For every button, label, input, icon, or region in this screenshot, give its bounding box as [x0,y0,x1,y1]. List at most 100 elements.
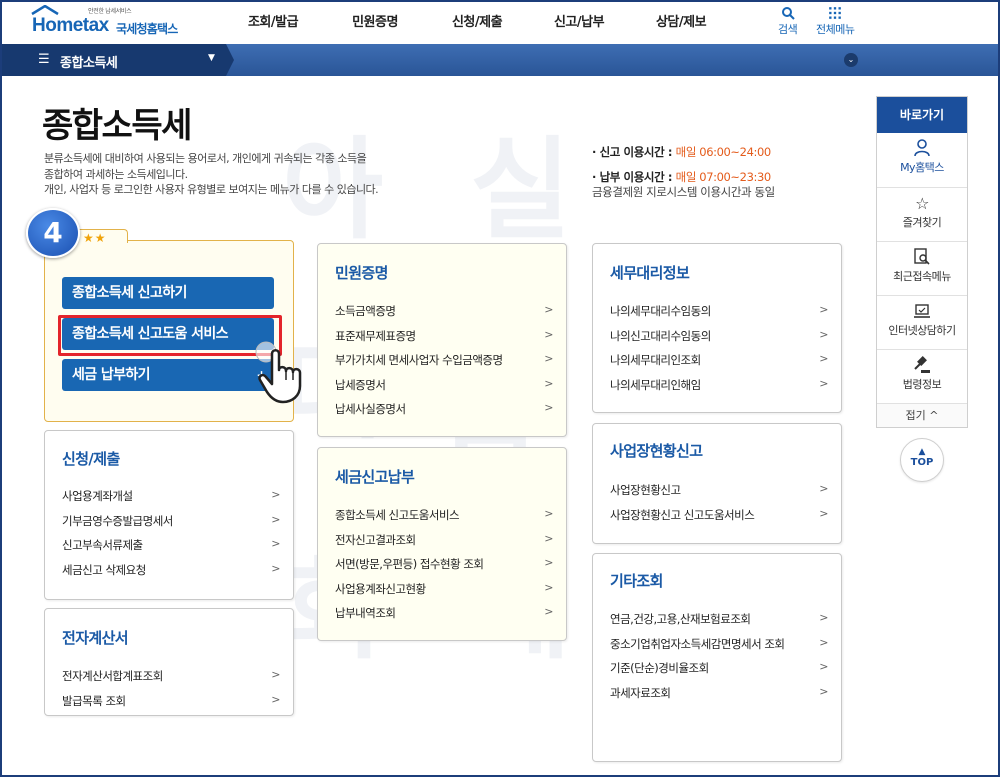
income-tax-report-button[interactable]: 종합소득세 신고하기 [62,277,274,309]
logo-tagline: 안전한 납세서비스 [88,8,132,15]
other-inquiry-card: 기타조회 연금,건강,고용,산재보험료조회 > 중소기업취업자소득세감면명세서 조… [592,553,842,762]
business-status-card: 사업장현황신고 사업장현황신고 > 사업장현황신고 신고도움서비스 > [592,423,842,544]
chevron-right-icon: > [544,580,553,594]
report-hours-time: 매일 06:00~24:00 [675,145,772,159]
chevron-right-icon: > [544,605,553,618]
menu-certificate[interactable]: 민원증명 [324,2,426,44]
tax-payment-button[interactable]: 세금 납부하기 + [62,359,274,391]
list-item-label: 과세자료조회 [610,685,671,700]
scroll-top-button[interactable]: ▲ TOP [900,438,944,482]
report-hours-label: · 신고 이용시간 : [592,145,676,159]
chevron-right-icon: > [544,556,553,569]
quick-item-label: 인터넷상담하기 [888,324,956,337]
list-item[interactable]: 전자계산서합계표조회 > [62,668,280,693]
menu-consult[interactable]: 상담/제보 [630,2,732,44]
card-title: 신청/제출 [62,450,120,468]
list-item-label: 사업장현황신고 신고도움서비스 [610,507,755,522]
chevron-right-icon: > [819,352,828,365]
list-item[interactable]: 종합소득세 신고도움서비스 > [335,507,553,532]
list-item[interactable]: 납세증명서 > [335,377,553,402]
menu-apply[interactable]: 신청/제출 [426,2,528,44]
list-item[interactable]: 세금신고 삭제요청 > [62,562,280,587]
quick-item-label: 법령정보 [902,378,942,391]
menu-report[interactable]: 신고/납부 [528,2,630,44]
list-item[interactable]: 나의세무대리인해임 > [610,377,828,402]
list-item[interactable]: 표준재무제표증명 > [335,328,553,353]
quick-item-label: 즐겨찾기 [902,216,942,229]
list-item[interactable]: 나의세무대리수임동의 > [610,303,828,328]
list-item-label: 나의신고대리수임동의 [610,328,711,343]
search-label: 검색 [778,23,798,36]
einvoice-card: 전자계산서 전자계산서합계표조회 > 발급목록 조회 > [44,608,294,716]
breadcrumb-label: 종합소득세 [60,56,118,71]
list-item[interactable]: 소득금액증명 > [335,303,553,328]
list-item[interactable]: 부가가치세 면세사업자 수입금액증명 > [335,352,553,377]
list-item[interactable]: 사업장현황신고 > [610,482,828,507]
card-list: 사업용계좌개설 > 기부금영수증발급명세서 > 신고부속서류제출 > 세금신고 삭제요… [62,488,280,586]
list-item-label: 연금,건강,고용,산재보험료조회 [610,612,751,626]
list-item-label: 서면(방문,우편등) 접수현황 조회 [335,557,484,571]
list-item[interactable]: 발급목록 조회 > [62,693,280,718]
description-line: 개인, 사업자 등 로그인한 사용자 유형별로 보여지는 메뉴가 다를 수 있습… [44,183,379,196]
main-menu: 조회/발급 민원증명 신청/제출 신고/납부 상담/제보 [222,2,732,44]
list-item[interactable]: 과세자료조회 > [610,685,828,710]
chevron-right-icon: > [544,352,553,365]
quick-online-consult[interactable]: 인터넷상담하기 [877,295,967,349]
list-item[interactable]: 중소기업취업자소득세감면명세서 조회 > [610,636,828,661]
card-title: 기타조회 [610,572,663,590]
card-list: 연금,건강,고용,산재보험료조회 > 중소기업취업자소득세감면명세서 조회 > 기준… [610,611,828,709]
chevron-right-icon: > [819,660,828,673]
top-header: 안전한 납세서비스 Hometax 국세청홈택스 조회/발급 민원증명 신청/제… [2,2,998,44]
logo-subtitle: 국세청홈택스 [116,22,178,36]
pay-hours-time: 매일 07:00~23:30 [675,170,772,184]
card-list: 소득금액증명 > 표준재무제표증명 > 부가가치세 면세사업자 수입금액증명 > 납세… [335,303,553,426]
list-item-label: 나의세무대리수임동의 [610,304,711,318]
caret-down-icon: ▼ [208,53,215,63]
list-item[interactable]: 기부금영수증발급명세서 > [62,513,280,538]
list-item-label: 나의세무대리인조회 [610,353,701,367]
apply-card: 신청/제출 사업용계좌개설 > 기부금영수증발급명세서 > 신고부속서류제출 > 세금… [44,430,294,600]
list-item[interactable]: 납세사실증명서 > [335,401,553,426]
list-item[interactable]: 연금,건강,고용,산재보험료조회 > [610,611,828,636]
list-item[interactable]: 납부내역조회 > [335,605,553,630]
description-line: 종합하여 과세하는 소득세입니다. [44,167,188,181]
fold-button[interactable]: 접기 ^ [877,403,967,427]
list-item[interactable]: 나의신고대리수임동의 > [610,328,828,353]
quick-law-info[interactable]: 법령정보 [877,349,967,403]
quick-recent-menu[interactable]: 최근접속메뉴 [877,241,967,295]
hometax-logo[interactable]: 안전한 납세서비스 Hometax 국세청홈택스 [26,5,196,41]
chevron-right-icon: > [544,531,553,545]
laptop-icon [877,302,967,322]
list-item[interactable]: 사업장현황신고 신고도움서비스 > [610,507,828,532]
star-icon: ★★ [83,231,107,245]
chevron-right-icon: > [819,635,828,649]
search-button[interactable]: 검색 [778,5,798,37]
menu-inquiry[interactable]: 조회/발급 [222,2,324,44]
report-payment-card: 세금신고납부 종합소득세 신고도움서비스 > 전자신고결과조회 > 서면(방문,우편… [317,447,567,641]
person-icon [877,139,967,159]
quick-my-hometax[interactable]: My홈택스 [877,133,967,187]
chevron-right-icon: > [544,507,553,520]
quick-favorites[interactable]: ☆ 즐겨찾기 [877,187,967,241]
chevron-right-icon: > [819,327,828,341]
list-item[interactable]: 사업용계좌신고현황 > [335,581,553,606]
list-item[interactable]: 사업용계좌개설 > [62,488,280,513]
list-item[interactable]: 기준(단순)경비율조회 > [610,660,828,685]
description-line: 분류소득세에 대비하여 사용되는 용어로서, 개인에게 귀속되는 각종 소득을 [44,152,367,165]
all-menu-button[interactable]: 전체메뉴 [816,5,855,37]
list-item-label: 사업용계좌신고현황 [335,581,426,596]
card-title: 사업장현황신고 [610,442,703,460]
list-item-label: 종합소득세 신고도움서비스 [335,508,460,522]
list-item-label: 중소기업취업자소득세감면명세서 조회 [610,636,785,651]
logo-brand: Hometax [32,15,109,36]
step-number-badge: 4 [26,208,80,258]
card-title: 세금신고납부 [335,468,415,486]
list-item[interactable]: 신고부속서류제출 > [62,537,280,562]
list-item[interactable]: 전자신고결과조회 > [335,532,553,557]
chevron-down-icon[interactable]: ⌄ [844,53,858,67]
breadcrumb[interactable]: ☰ 종합소득세 ▼ [2,44,234,76]
list-item-label: 신고부속서류제출 [62,538,143,552]
list-item[interactable]: 서면(방문,우편등) 접수현황 조회 > [335,556,553,581]
list-item-label: 전자계산서합계표조회 [62,669,163,683]
list-item[interactable]: 나의세무대리인조회 > [610,352,828,377]
